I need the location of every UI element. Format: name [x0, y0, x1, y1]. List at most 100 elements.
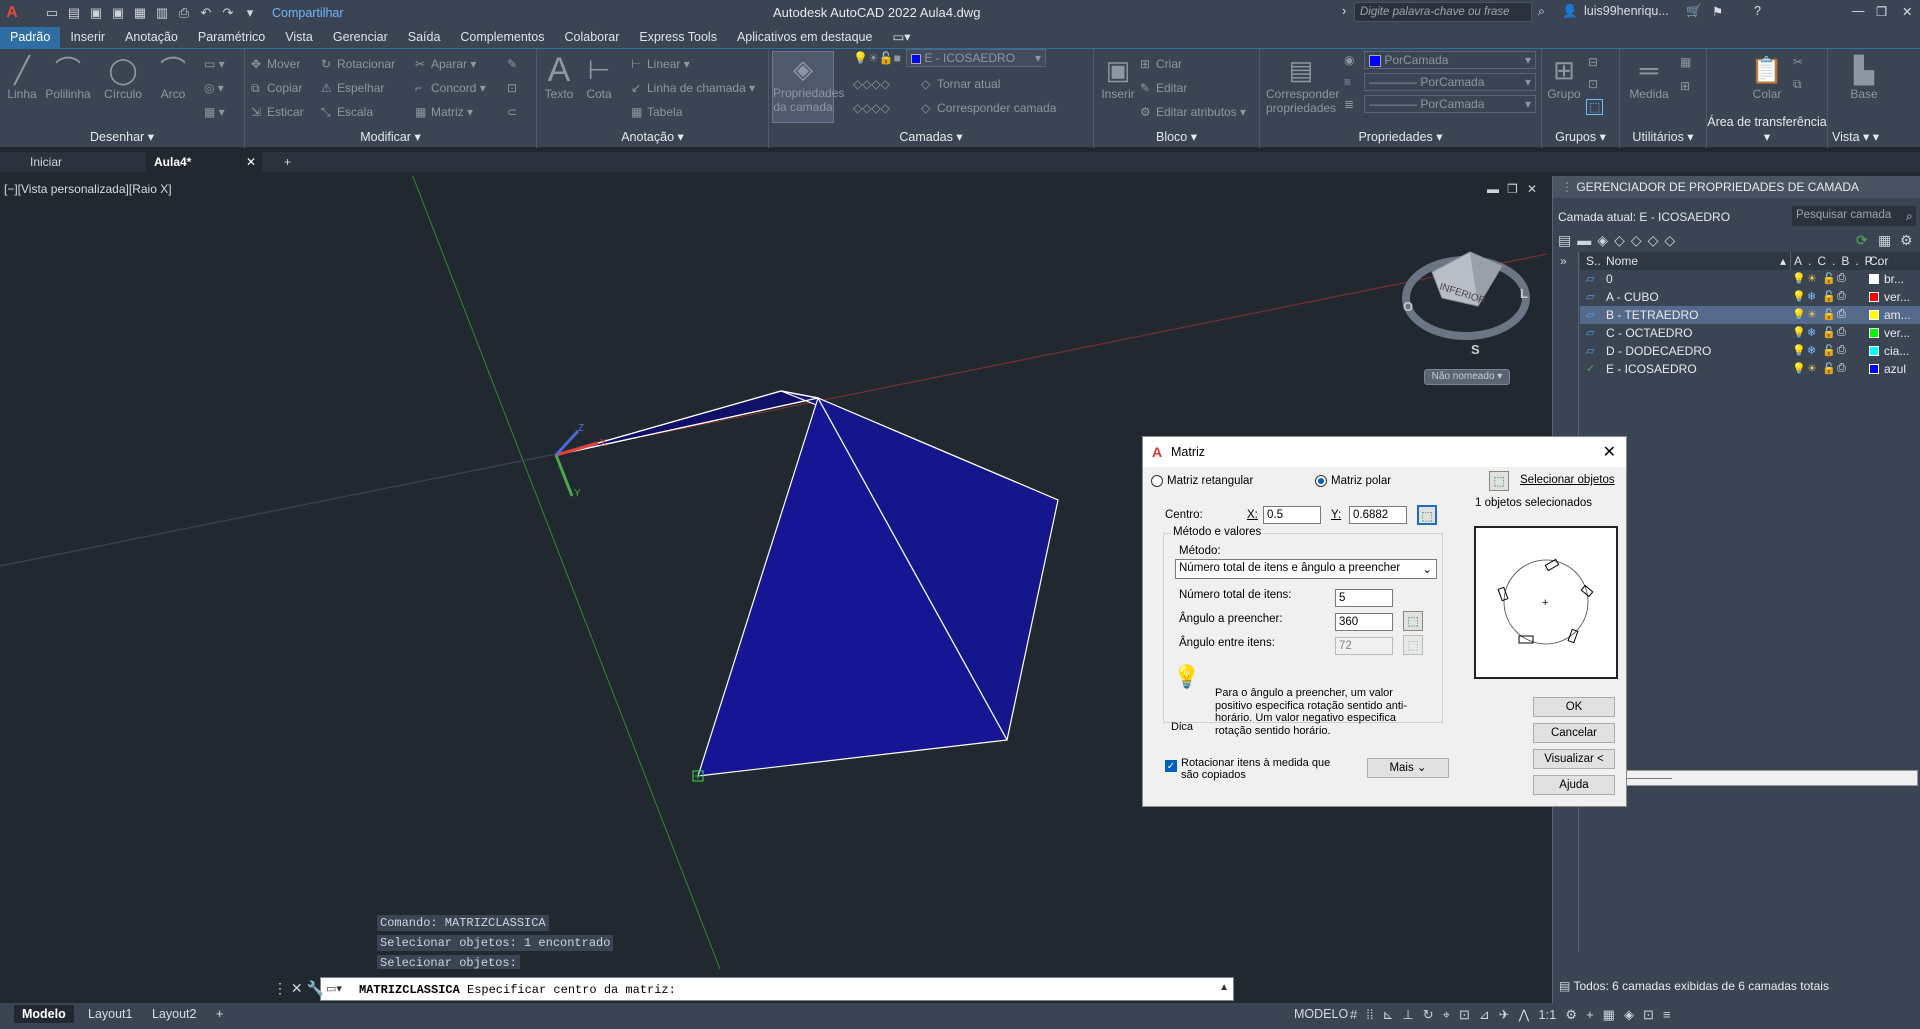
col-name[interactable]: Nome — [1606, 254, 1638, 268]
hatch-icon[interactable]: ◎ ▾ — [204, 81, 224, 95]
layer-states-icon[interactable]: ◈ — [1597, 232, 1614, 248]
plot-icon[interactable]: ⎙ — [1837, 344, 1846, 357]
select-objects-label[interactable]: Selecionar objetos — [1520, 474, 1615, 486]
freeze-icon[interactable]: ❄ — [1807, 326, 1816, 339]
camadas-panel-title[interactable]: Camadas ▾ — [769, 129, 1093, 144]
annotation-visibility-icon[interactable]: ⋀ — [1519, 1007, 1530, 1023]
layer-color-swatch[interactable] — [1869, 328, 1879, 338]
bloco-panel-title[interactable]: Bloco ▾ — [1094, 129, 1259, 144]
layer-row[interactable]: ✓ E - ICOSAEDRO 💡 ☀ 🔓 ⎙ azul — [1580, 360, 1920, 378]
linha-chamada-button[interactable]: ↙ Linha de chamada ▾ — [631, 81, 755, 95]
viewport-minimize-icon[interactable]: ▬ — [1487, 182, 1499, 196]
lock-icon[interactable]: 🔓 — [1822, 290, 1836, 303]
dialog-titlebar[interactable]: Matriz — [1143, 437, 1626, 467]
corresponder-camada-button[interactable]: ◇ Corresponder camada — [921, 101, 1056, 115]
angulo-entre-input[interactable]: 72 — [1335, 637, 1393, 655]
open-icon[interactable]: ▤ — [66, 5, 82, 21]
center-x-input[interactable]: 0.5 — [1263, 506, 1321, 524]
user-menu[interactable]: luis99henriqu... — [1584, 4, 1669, 18]
ortho-icon[interactable]: ⊥ — [1402, 1007, 1413, 1023]
close-command-icon[interactable]: ✕ — [291, 980, 303, 996]
preview-button[interactable]: Visualizar < — [1533, 749, 1615, 769]
tab-saida[interactable]: Saída — [398, 27, 451, 48]
lock-icon[interactable]: 🔓 — [1822, 308, 1836, 321]
rotacionar-button[interactable]: ↻ Rotacionar — [321, 57, 395, 71]
tab-anotacao[interactable]: Anotação — [115, 27, 188, 48]
command-history-toggle-icon[interactable]: ▲ — [1219, 982, 1229, 993]
lock-icon[interactable]: 🔓 — [1822, 272, 1836, 285]
lock-icon[interactable]: 🔓 — [1822, 344, 1836, 357]
editar-atributos-button[interactable]: ⚙ Editar atributos ▾ — [1140, 105, 1246, 119]
qat-dropdown-icon[interactable]: ▾ — [242, 5, 258, 21]
cut-icon[interactable]: ✂ — [1793, 55, 1803, 69]
viewcube-west-label[interactable]: O — [1403, 299, 1413, 314]
layer-row[interactable]: ▱ D - DODECAEDRO 💡 ❄ 🔓 ⎙ cia... — [1580, 342, 1920, 360]
layer-search-input[interactable]: Pesquisar camada — [1792, 206, 1916, 226]
set-current-icon[interactable]: ◇ — [1664, 232, 1681, 248]
model-space-button[interactable]: MODELO — [1294, 1007, 1348, 1021]
layer-row[interactable]: ▱ 0 💡 ☀ 🔓 ⎙ br... — [1580, 270, 1920, 288]
palette-title[interactable]: ⋮ GERENCIADOR DE PROPRIEDADES DE CAMADA — [1553, 176, 1920, 198]
autocad-logo[interactable]: A — [0, 1, 24, 25]
search-icon[interactable]: ⌕ — [1538, 4, 1545, 19]
tab-padrao[interactable]: Padrão — [0, 27, 61, 48]
polilinha-button[interactable]: ⌒ Polilinha — [42, 53, 94, 101]
restore-button[interactable]: ❐ — [1876, 4, 1887, 19]
viewcube-east-label[interactable]: L — [1520, 286, 1528, 301]
new-filter-icon[interactable]: ▤ — [1558, 232, 1577, 248]
layer-color-name[interactable]: azul — [1884, 362, 1906, 376]
tab-express-tools[interactable]: Express Tools — [629, 27, 727, 48]
infer-icon[interactable]: ⊾ — [1382, 1007, 1393, 1023]
pick-angle-between-button[interactable]: ⬚ — [1403, 635, 1423, 655]
texto-button[interactable]: A Texto — [541, 53, 577, 101]
layer-color-swatch[interactable] — [1869, 292, 1879, 302]
layer-dropdown[interactable]: E - ICOSAEDRO ▾ — [906, 49, 1046, 67]
close-tab-icon[interactable]: ✕ — [246, 155, 256, 169]
osnap-icon[interactable]: ⊡ — [1459, 1007, 1470, 1023]
tab-parametrico[interactable]: Paramétrico — [188, 27, 275, 48]
propriedades-camada-button[interactable]: ◈ Propriedades da camada — [772, 51, 844, 123]
grupos-panel-title[interactable]: Grupos ▾ — [1542, 129, 1619, 144]
desenhar-panel-title[interactable]: Desenhar ▾ — [0, 129, 244, 144]
propriedades-panel-title[interactable]: Propriedades ▾ — [1260, 129, 1541, 144]
num-itens-input[interactable]: 5 — [1335, 589, 1393, 607]
web-mobile-icon[interactable]: ▦ — [132, 5, 148, 21]
utilitarios-panel-title[interactable]: Utilitários ▾ — [1620, 129, 1706, 144]
new-layer-vp-icon[interactable]: ◇ — [1631, 232, 1648, 248]
pick-center-button[interactable]: ⬚ — [1417, 505, 1437, 525]
cart-icon[interactable]: 🛒 — [1686, 4, 1702, 19]
modificar-panel-title[interactable]: Modificar ▾ — [245, 129, 536, 144]
cancel-button[interactable]: Cancelar — [1533, 723, 1615, 743]
freeze-icon[interactable]: ☀ — [1807, 308, 1817, 321]
tab-iniciar[interactable]: Iniciar — [22, 152, 70, 172]
cota-button[interactable]: ⊢ Cota — [581, 53, 617, 101]
color-wheel-icon[interactable]: ◉ — [1344, 53, 1354, 67]
layer-color-name[interactable]: ver... — [1884, 290, 1910, 304]
tab-layout1[interactable]: Layout1 — [88, 1007, 132, 1021]
command-line[interactable]: ⋮ ✕ 🔧 ▭▾ MATRIZCLASSICA Especificar cent… — [273, 977, 1234, 1001]
new-layer-icon[interactable]: ◇ — [1614, 232, 1631, 248]
on-off-icon[interactable]: 💡 — [1792, 272, 1806, 285]
settings-gear-icon[interactable]: ⚙ — [1900, 232, 1913, 249]
expand-search-icon[interactable]: › — [1342, 4, 1346, 18]
minimize-button[interactable]: — — [1852, 4, 1865, 18]
linetype-icon[interactable]: ≡ — [1344, 75, 1351, 89]
layer-color-name[interactable]: ver... — [1884, 326, 1910, 340]
table-icon[interactable]: ▦ ▾ — [204, 105, 225, 119]
linear-button[interactable]: ⊢ Linear ▾ — [631, 57, 690, 71]
horizontal-scrollbar[interactable] — [1583, 770, 1918, 786]
plot-icon[interactable]: ⎙ — [1837, 308, 1846, 321]
search-icon[interactable]: ⌕ — [1906, 209, 1913, 224]
radio-matriz-polar[interactable]: Matriz polar — [1315, 475, 1391, 487]
mais-button[interactable]: Mais ⌄ — [1367, 758, 1449, 778]
isolate-icon[interactable]: ◈ — [1624, 1007, 1634, 1023]
matriz-button[interactable]: ▦ Matriz ▾ — [415, 105, 473, 119]
radio-matriz-retangular[interactable]: Matriz retangular — [1151, 475, 1253, 487]
settings-gear-icon[interactable]: ⚙ — [1565, 1007, 1577, 1023]
rotate-items-checkbox[interactable]: ✓ — [1165, 760, 1177, 772]
hardware-accel-icon[interactable]: ▦ — [1603, 1007, 1615, 1023]
freeze-icon[interactable]: ❄ — [1807, 344, 1816, 357]
radio-circle[interactable] — [1151, 475, 1163, 487]
vista-panel-title[interactable]: Vista ▾ ▾ — [1832, 129, 1920, 144]
color-dropdown[interactable]: PorCamada ▾ — [1364, 51, 1536, 69]
